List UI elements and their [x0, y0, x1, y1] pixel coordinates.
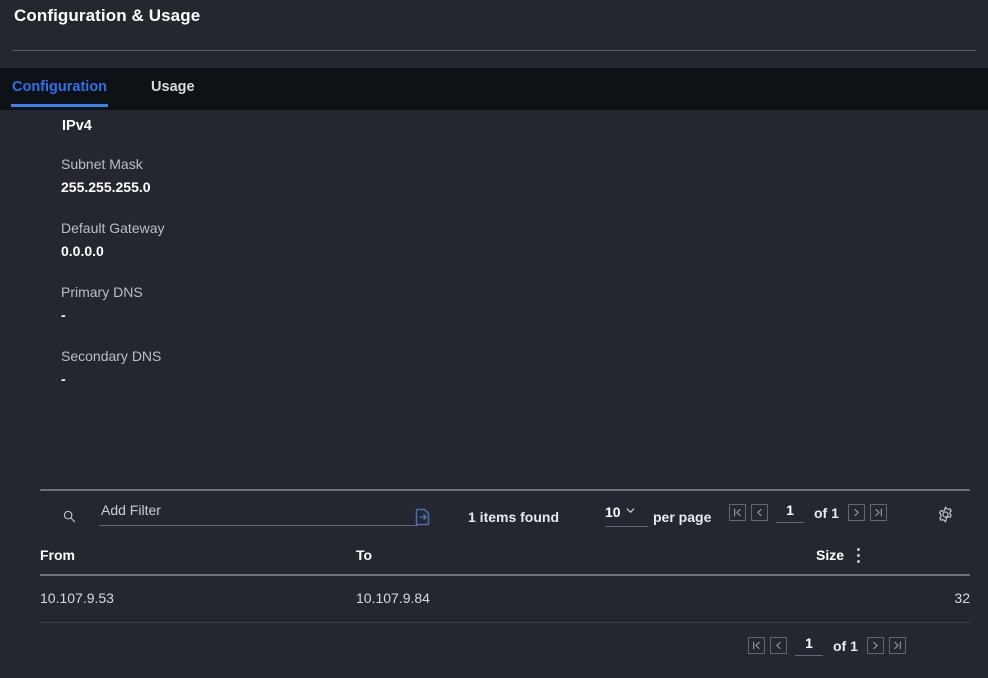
section-heading-ipv4: IPv4 — [62, 118, 92, 134]
table-head: From To Size — [40, 543, 970, 576]
column-header-from[interactable]: From — [40, 543, 356, 576]
filter-input-wrapper — [99, 502, 418, 526]
field-primary-dns: Primary DNS - — [61, 284, 561, 323]
next-page-button-bottom[interactable] — [866, 637, 884, 654]
chevron-down-icon — [625, 503, 636, 521]
usage-table: From To Size 10.107.9.53 10.107.9.84 32 — [40, 543, 970, 623]
page-total-label-top: of 1 — [814, 504, 839, 521]
table-row[interactable]: 10.107.9.53 10.107.9.84 32 — [40, 575, 970, 623]
tab-bar: Configuration Usage — [0, 68, 988, 110]
page-number-input-bottom[interactable]: 1 — [795, 635, 823, 656]
page-number-input-top[interactable]: 1 — [776, 502, 804, 523]
field-label: Secondary DNS — [61, 348, 162, 364]
tab-usage-label: Usage — [151, 79, 195, 95]
ipv4-details: IPv4 Subnet Mask 255.255.255.0 Default G… — [61, 118, 561, 412]
field-value: 255.255.255.0 — [61, 179, 151, 195]
cell-to: 10.107.9.84 — [356, 575, 816, 623]
field-label: Primary DNS — [61, 284, 143, 300]
tab-configuration[interactable]: Configuration — [0, 68, 119, 107]
export-icon[interactable] — [412, 506, 434, 528]
column-header-size-label: Size — [816, 547, 845, 563]
prev-page-button-top[interactable] — [751, 504, 768, 521]
field-default-gateway: Default Gateway 0.0.0.0 — [61, 220, 561, 259]
cell-size: 32 — [816, 575, 970, 623]
field-label: Subnet Mask — [61, 156, 143, 172]
first-page-button-top[interactable] — [729, 504, 746, 521]
per-page-select[interactable]: 10 — [605, 503, 648, 527]
table-header-row: From To Size — [40, 543, 970, 576]
field-value: 0.0.0.0 — [61, 243, 104, 259]
pagination-bottom: 1 of 1 — [748, 635, 906, 656]
items-found-count: 1 items found — [468, 509, 560, 525]
title-divider — [12, 50, 976, 51]
gear-icon[interactable] — [936, 505, 955, 524]
next-page-button-top[interactable] — [847, 504, 865, 521]
table-toolbar: 1 items found 10 per page — [40, 491, 970, 543]
usage-table-block: 1 items found 10 per page — [40, 489, 970, 623]
last-page-button-bottom[interactable] — [888, 637, 906, 654]
configuration-usage-page: Configuration & Usage Configuration Usag… — [0, 0, 988, 678]
table-body: 10.107.9.53 10.107.9.84 32 — [40, 575, 970, 623]
column-header-size[interactable]: Size — [816, 543, 970, 576]
field-label: Default Gateway — [61, 220, 165, 236]
field-value: - — [61, 371, 66, 387]
tab-usage[interactable]: Usage — [139, 68, 207, 105]
tab-configuration-label: Configuration — [12, 79, 108, 95]
search-icon — [63, 510, 76, 523]
per-page-value: 10 — [605, 504, 621, 520]
per-page-label: per page — [653, 509, 712, 525]
page-title: Configuration & Usage — [14, 6, 201, 25]
prev-page-button-bottom[interactable] — [770, 637, 787, 654]
page-total-label-bottom: of 1 — [833, 637, 858, 654]
column-options-icon[interactable] — [857, 547, 862, 563]
first-page-button-bottom[interactable] — [748, 637, 765, 654]
search-input[interactable] — [99, 502, 418, 526]
field-secondary-dns: Secondary DNS - — [61, 348, 561, 387]
cell-from: 10.107.9.53 — [40, 575, 356, 623]
field-value: - — [61, 307, 66, 323]
column-header-to[interactable]: To — [356, 543, 816, 576]
last-page-button-top[interactable] — [869, 504, 887, 521]
pagination-top: 1 of 1 — [729, 502, 887, 523]
field-subnet-mask: Subnet Mask 255.255.255.0 — [61, 156, 561, 195]
